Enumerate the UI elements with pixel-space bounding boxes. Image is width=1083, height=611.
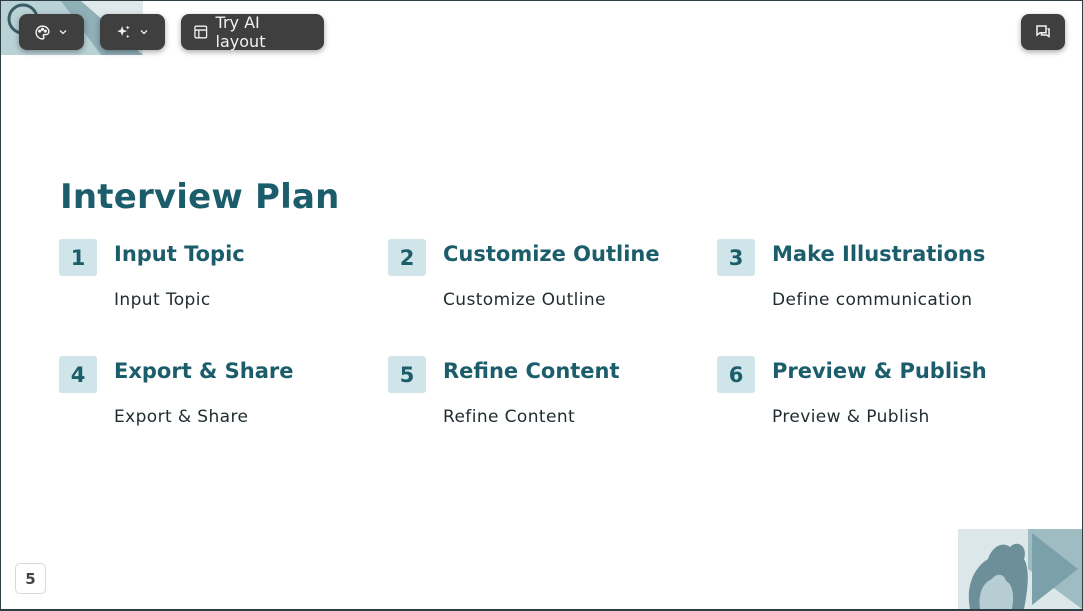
step-title: Preview & Publish (772, 359, 987, 383)
step-title: Make Illustrations (772, 242, 986, 266)
ai-tools-dropdown-button[interactable] (100, 14, 165, 50)
try-ai-layout-button[interactable]: Try AI layout (181, 13, 324, 51)
step-title: Input Topic (114, 242, 245, 266)
step-description: Define communication (772, 290, 973, 310)
step-title: Customize Outline (443, 242, 660, 266)
step-number: 5 (388, 356, 426, 393)
step-description: Preview & Publish (772, 407, 930, 427)
sparkles-icon (117, 24, 130, 38)
step-number: 3 (717, 239, 755, 276)
page-number-badge: 5 (15, 563, 46, 594)
comment-icon (1036, 25, 1050, 38)
step-description: Refine Content (443, 407, 576, 427)
try-ai-layout-label: Try AI layout (215, 13, 266, 51)
step-description: Export & Share (114, 407, 249, 427)
comments-button[interactable] (1021, 14, 1065, 50)
step-title: Export & Share (114, 359, 294, 383)
step-number: 1 (59, 239, 97, 276)
chevron-down-icon (59, 30, 67, 35)
palette-icon (35, 24, 50, 40)
step-title: Refine Content (443, 359, 620, 383)
step-number: 6 (717, 356, 755, 393)
slide-canvas[interactable]: Try AI layout Interview Plan 1 Input Top… (1, 1, 1082, 609)
slide-title[interactable]: Interview Plan (60, 177, 340, 217)
step-number: 4 (59, 356, 97, 393)
step-description: Customize Outline (443, 290, 606, 310)
layout-icon (194, 25, 208, 39)
step-description: Input Topic (114, 290, 211, 310)
corner-decoration-bottom-right (958, 529, 1082, 609)
step-number: 2 (388, 239, 426, 276)
theme-dropdown-button[interactable] (19, 14, 84, 50)
chevron-down-icon (140, 30, 148, 35)
